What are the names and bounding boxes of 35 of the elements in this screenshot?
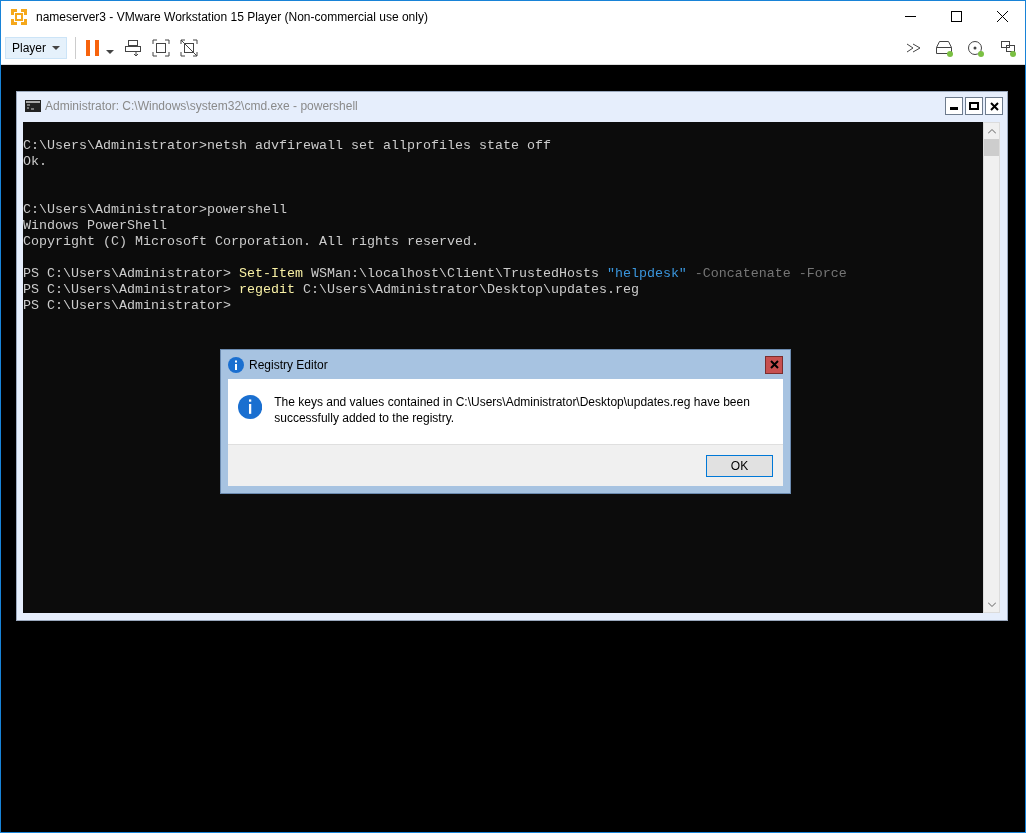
hard-disk-icon[interactable] xyxy=(935,39,953,57)
console-line: PS C:\Users\Administrator> Set-Item WSMan:\localhost\Client\TrustedHosts "helpdesk" -Concatenate -Force xyxy=(23,266,848,282)
console-line: Copyright (C) Microsoft Corporation. All rights reserved. xyxy=(23,234,480,250)
console-line: C:\Users\Administrator>powershell xyxy=(23,202,288,218)
ok-button[interactable]: OK xyxy=(706,454,773,477)
close-button[interactable] xyxy=(985,97,1003,115)
disc-icon[interactable] xyxy=(967,39,985,57)
info-icon xyxy=(228,356,244,373)
console-line: PS C:\Users\Administrator> regedit C:\Users\Administrator\Desktop\updates.reg xyxy=(23,282,640,298)
close-icon xyxy=(989,101,999,111)
window-title: nameserver3 - VMware Workstation 15 Player (Non-commercial use only) xyxy=(36,9,429,24)
console-line: C:\Users\Administrator>netsh advfirewall set allprofiles state off xyxy=(23,138,552,154)
player-menu-button[interactable]: Player xyxy=(5,37,67,59)
chevron-icon[interactable] xyxy=(907,43,921,53)
fullscreen-icon[interactable] xyxy=(152,39,170,57)
caret-icon xyxy=(52,46,60,50)
console-icon xyxy=(25,100,41,112)
close-icon xyxy=(996,11,1008,22)
close-button[interactable] xyxy=(765,355,783,374)
dialog-title: Registry Editor xyxy=(249,357,329,372)
network-icon[interactable] xyxy=(999,39,1017,57)
maximize-icon xyxy=(950,11,962,22)
console-title: Administrator: C:\Windows\system32\cmd.exe - powershell xyxy=(45,99,359,113)
minimize-button[interactable] xyxy=(945,97,963,115)
close-icon xyxy=(769,360,779,369)
app-logo-icon xyxy=(9,6,29,27)
maximize-button[interactable] xyxy=(965,97,983,115)
dropdown-caret-icon xyxy=(106,49,114,54)
pause-icon[interactable] xyxy=(86,40,100,56)
console-line: Windows PowerShell xyxy=(23,218,168,234)
maximize-icon xyxy=(969,102,979,110)
scroll-thumb[interactable] xyxy=(984,139,999,156)
dialog-message: The keys and values contained in C:\Users\Administrator\Desktop\updates.reg have been successfully added to the registry. xyxy=(274,394,751,426)
console-line: Ok. xyxy=(23,154,48,170)
console-line: PS C:\Users\Administrator> xyxy=(23,298,232,314)
